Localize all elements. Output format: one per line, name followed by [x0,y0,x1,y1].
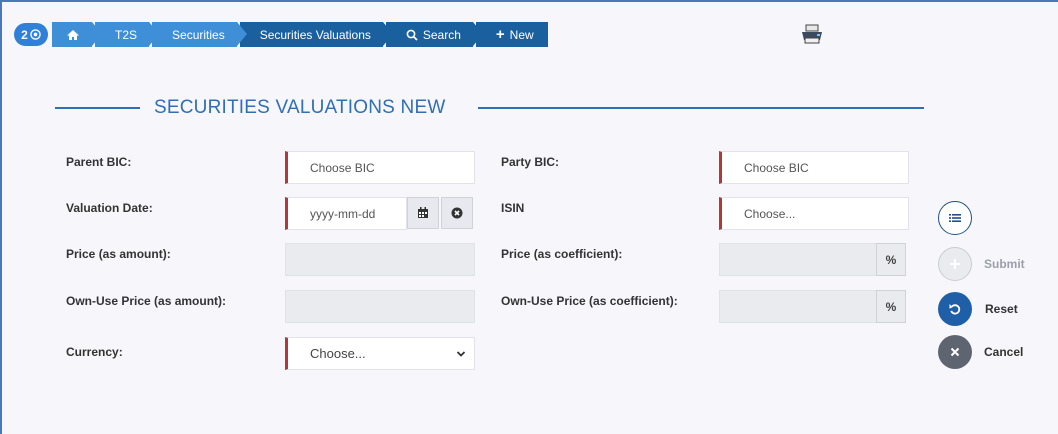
parent-bic-placeholder: Choose BIC [310,160,375,175]
breadcrumb: 2 T2S Securities Securities Valuations S… [14,22,551,47]
breadcrumb-search[interactable]: Search [385,22,483,47]
breadcrumb-securities[interactable]: Securities [152,22,247,47]
own-use-amount-label: Own-Use Price (as amount): [66,294,227,308]
cancel-label[interactable]: Cancel [984,345,1023,359]
home-icon [67,29,79,40]
breadcrumb-new[interactable]: + New [475,22,548,47]
own-use-coefficient-input[interactable] [719,290,877,323]
valuation-date-input[interactable]: yyyy-mm-dd [285,197,407,230]
list-button[interactable] [938,201,972,235]
page-frame: 2 T2S Securities Securities Valuations S… [0,0,1058,434]
close-icon [950,347,960,357]
title-rule-right [478,107,924,109]
breadcrumb-securities-label: Securities [172,27,225,42]
own-use-coefficient-label: Own-Use Price (as coefficient): [501,294,678,308]
own-use-amount-input[interactable] [285,290,475,323]
reset-button[interactable] [938,292,972,326]
watch-count-badge[interactable]: 2 [14,23,48,46]
undo-icon [949,304,961,315]
submit-button[interactable] [938,247,972,281]
party-bic-placeholder: Choose BIC [744,160,809,175]
breadcrumb-t2s-label: T2S [115,27,138,42]
breadcrumb-securities-valuations-label: Securities Valuations [259,27,371,42]
parent-bic-input[interactable]: Choose BIC [285,151,475,184]
price-amount-label: Price (as amount): [66,247,171,261]
calendar-button[interactable] [407,197,439,229]
search-icon [406,29,418,41]
isin-placeholder: Choose... [744,206,796,221]
reset-label[interactable]: Reset [985,302,1018,316]
currency-label: Currency: [66,345,123,359]
own-use-coefficient-percent: % [876,290,906,323]
cancel-button[interactable] [938,335,972,369]
plus-icon [950,259,960,269]
currency-select[interactable]: Choose... [285,337,475,370]
breadcrumb-new-label: New [509,27,534,42]
printer-icon[interactable] [799,24,825,44]
title-rule-left [55,107,140,109]
eye-icon [30,29,41,40]
submit-label[interactable]: Submit [984,257,1025,271]
page-title: SECURITIES VALUATIONS NEW [154,97,446,118]
clear-date-button[interactable] [441,197,473,229]
price-coefficient-input[interactable] [719,243,877,276]
calendar-icon [418,207,428,218]
isin-label: ISIN [501,201,525,215]
breadcrumb-securities-valuations[interactable]: Securities Valuations [239,22,394,47]
chevron-down-icon [456,351,466,357]
breadcrumb-t2s[interactable]: T2S [95,22,160,47]
isin-input[interactable]: Choose... [719,197,909,230]
breadcrumb-home[interactable] [52,22,102,47]
price-coefficient-label: Price (as coefficient): [501,247,623,261]
list-icon [949,214,961,222]
clear-icon [451,207,463,219]
badge-count: 2 [21,27,28,42]
valuation-date-placeholder: yyyy-mm-dd [310,206,376,221]
valuation-date-label: Valuation Date: [66,201,153,215]
price-coefficient-percent: % [876,243,906,276]
plus-icon: + [495,26,505,43]
party-bic-label: Party BIC: [501,155,560,169]
price-amount-input[interactable] [285,243,475,276]
currency-selected: Choose... [310,346,366,361]
party-bic-input[interactable]: Choose BIC [719,151,909,184]
parent-bic-label: Parent BIC: [66,155,132,169]
breadcrumb-search-label: Search [422,27,461,42]
